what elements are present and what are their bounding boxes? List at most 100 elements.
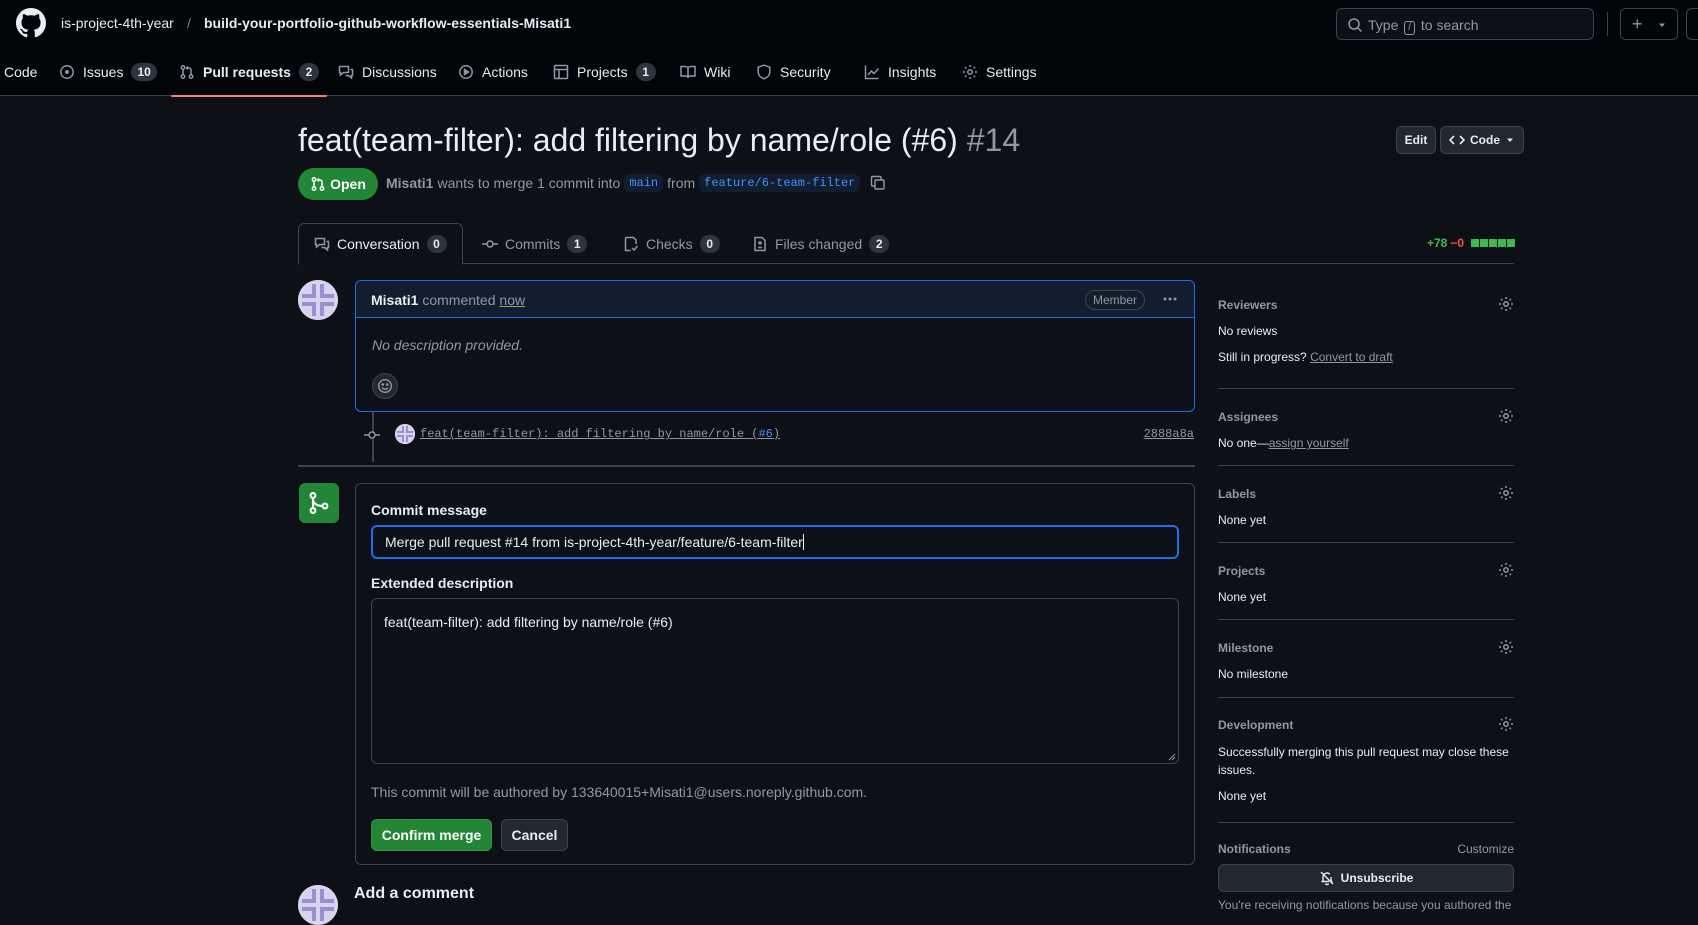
repo-nav-insights[interactable]: Insights	[864, 48, 936, 96]
sidebar-divider	[1218, 619, 1514, 620]
tab-commits[interactable]: Commits 1	[482, 223, 588, 264]
comment-time[interactable]: now	[499, 292, 525, 308]
pr-author-link[interactable]: Misati1	[386, 175, 433, 191]
repo-nav-discussions-label: Discussions	[362, 64, 437, 80]
projects-heading[interactable]: Projects	[1218, 564, 1265, 578]
comment-body: No description provided.	[372, 337, 523, 353]
gear-icon[interactable]	[1498, 639, 1514, 655]
status-label: Open	[330, 176, 366, 192]
repo-nav-settings[interactable]: Settings	[962, 48, 1037, 96]
tab-conversation-count: 0	[426, 235, 447, 253]
head-branch[interactable]: feature/6-team-filter	[699, 174, 861, 192]
comment-author[interactable]: Misati1	[371, 292, 418, 308]
comment-box: Misati1 commented now Member No descript…	[355, 280, 1195, 412]
commit-issue-link[interactable]: #6	[758, 427, 772, 441]
repo-nav-projects[interactable]: Projects 1	[553, 48, 656, 96]
resize-grip-icon[interactable]	[1168, 753, 1176, 761]
create-new-button[interactable]: +	[1620, 8, 1678, 40]
kebab-horizontal-icon[interactable]	[1162, 291, 1178, 307]
gear-icon[interactable]	[1498, 562, 1514, 578]
customize-link[interactable]: Customize	[1457, 842, 1514, 856]
edit-title-button[interactable]: Edit	[1396, 126, 1436, 154]
diffstat-additions: +78	[1427, 236, 1448, 250]
merge-form: Commit message Merge pull request #14 fr…	[355, 483, 1195, 865]
github-logo-icon[interactable]	[16, 8, 46, 38]
search-input[interactable]: Type / to search	[1336, 8, 1594, 40]
breadcrumb-separator: /	[187, 15, 191, 31]
labels-heading[interactable]: Labels	[1218, 487, 1256, 501]
confirm-merge-button[interactable]: Confirm merge	[371, 819, 492, 851]
repo-nav-pull-requests[interactable]: Pull requests 2	[171, 48, 327, 97]
bell-slash-icon	[1320, 871, 1334, 886]
comment-action: commented	[422, 292, 496, 308]
repo-nav: Code Issues 10 Pull requests 2 Discussio…	[0, 48, 1698, 97]
commit-event: feat(team-filter): add filtering by name…	[364, 424, 1194, 444]
commit-sha[interactable]: 2888a8a	[1144, 427, 1194, 441]
issue-icon	[60, 65, 74, 79]
timeline-divider	[298, 465, 1195, 467]
repo-nav-actions[interactable]: Actions	[458, 48, 528, 96]
commit-message-input[interactable]: Merge pull request #14 from is-project-4…	[371, 525, 1179, 559]
tab-conversation-label: Conversation	[337, 236, 420, 252]
tab-checks-count: 0	[699, 234, 720, 253]
commit-icon	[364, 431, 380, 439]
repo-nav-wiki[interactable]: Wiki	[680, 48, 730, 96]
repo-nav-insights-label: Insights	[888, 64, 937, 80]
diffstat-blocks	[1470, 236, 1516, 250]
page-title: feat(team-filter): add filtering by name…	[298, 122, 1020, 159]
status-badge: Open	[298, 168, 378, 200]
development-value: None yet	[1218, 789, 1267, 803]
copy-icon[interactable]	[870, 175, 886, 191]
gear-icon[interactable]	[1498, 296, 1514, 312]
tab-files-changed-count: 2	[869, 234, 890, 253]
code-dropdown-button[interactable]: Code	[1440, 126, 1524, 154]
gear-icon[interactable]	[1498, 485, 1514, 501]
extended-description-value: feat(team-filter): add filtering by name…	[384, 614, 673, 630]
reviewers-heading[interactable]: Reviewers	[1218, 298, 1277, 312]
tab-checks[interactable]: Checks 0	[623, 223, 720, 264]
avatar[interactable]	[298, 885, 338, 925]
gear-icon[interactable]	[1498, 716, 1514, 732]
issues-shortcut-button[interactable]	[1686, 8, 1698, 40]
milestone-value: No milestone	[1218, 667, 1289, 681]
add-reaction-button[interactable]	[372, 373, 398, 399]
avatar[interactable]	[395, 424, 415, 444]
sidebar-divider	[1218, 697, 1514, 698]
avatar[interactable]	[298, 280, 338, 320]
repo-nav-projects-label: Projects	[577, 64, 628, 80]
breadcrumb-repo[interactable]: build-your-portfolio-github-workflow-ess…	[204, 15, 571, 31]
checklist-icon	[624, 236, 639, 251]
gear-icon[interactable]	[1498, 408, 1514, 424]
commit-message-value: Merge pull request #14 from is-project-4…	[385, 534, 803, 550]
assignees-heading[interactable]: Assignees	[1218, 410, 1278, 424]
sidebar-reviewers: Reviewers No reviews Still in progress? …	[1218, 296, 1514, 366]
cancel-button[interactable]: Cancel	[501, 819, 568, 851]
milestone-heading[interactable]: Milestone	[1218, 641, 1273, 655]
repo-nav-issues[interactable]: Issues 10	[59, 48, 157, 96]
breadcrumb-owner[interactable]: is-project-4th-year	[61, 15, 174, 31]
commit-message-link[interactable]: feat(team-filter): add filtering by name…	[420, 427, 780, 441]
merge-status-icon	[299, 483, 339, 523]
development-heading[interactable]: Development	[1218, 718, 1293, 732]
tab-files-changed[interactable]: Files changed 2	[752, 223, 890, 264]
from-text: from	[667, 175, 696, 191]
commit-icon	[482, 239, 498, 248]
repo-nav-security[interactable]: Security	[756, 48, 831, 96]
convert-to-draft-link[interactable]: Convert to draft	[1310, 350, 1393, 364]
pull-request-icon	[180, 65, 194, 79]
extended-description-textarea[interactable]: feat(team-filter): add filtering by name…	[371, 598, 1179, 764]
sidebar-projects: Projects None yet	[1218, 562, 1514, 604]
unsubscribe-button[interactable]: Unsubscribe	[1218, 864, 1514, 892]
repo-nav-code[interactable]: Code	[4, 48, 37, 96]
repo-nav-actions-label: Actions	[482, 64, 528, 80]
gear-icon	[963, 65, 977, 79]
repo-nav-wiki-label: Wiki	[704, 64, 731, 80]
smiley-icon	[377, 378, 393, 394]
tab-conversation[interactable]: Conversation 0	[298, 223, 463, 265]
sidebar-divider	[1218, 465, 1514, 466]
assign-yourself-link[interactable]: assign yourself	[1269, 436, 1349, 450]
search-placeholder-suffix: to search	[1420, 17, 1479, 33]
base-branch[interactable]: main	[624, 174, 664, 192]
repo-nav-discussions[interactable]: Discussions	[338, 48, 437, 96]
assignees-prefix: No one—	[1218, 436, 1269, 450]
